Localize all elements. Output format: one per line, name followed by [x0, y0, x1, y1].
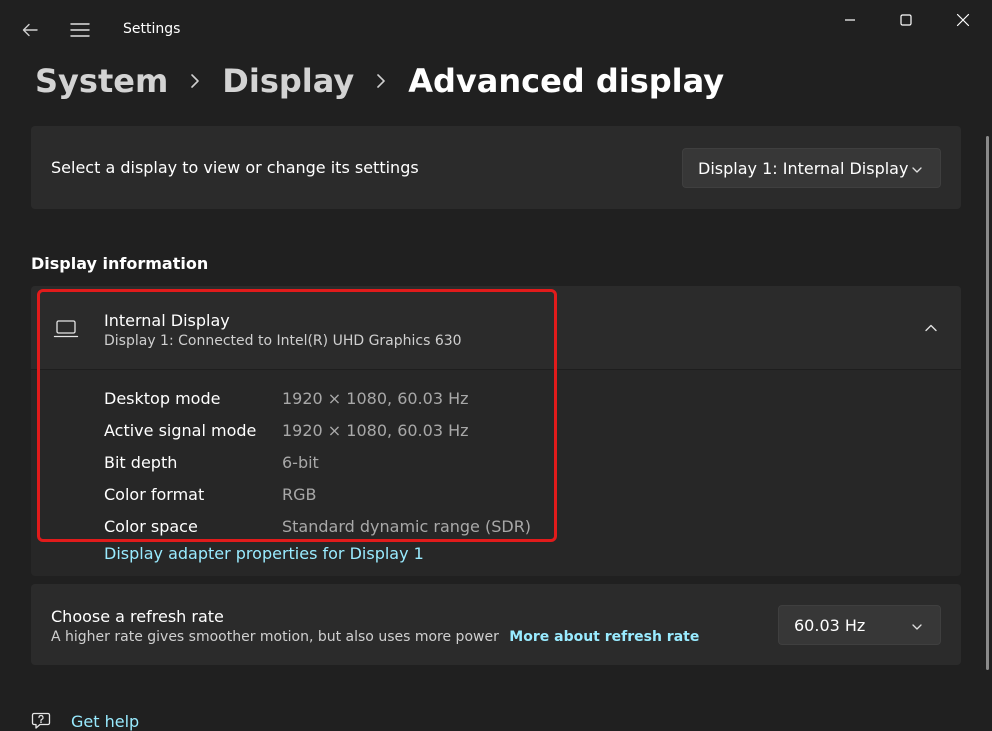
maximize-icon[interactable] [883, 6, 929, 34]
select-display-label: Select a display to view or change its s… [51, 158, 419, 177]
refresh-rate-title: Choose a refresh rate [51, 607, 224, 626]
app-title: Settings [123, 21, 181, 37]
chevron-up-icon[interactable] [923, 320, 939, 336]
page-title: Advanced display [408, 62, 725, 100]
refresh-rate-card: Choose a refresh rate A higher rate give… [31, 584, 961, 665]
more-about-refresh-rate-link[interactable]: More about refresh rate [509, 629, 699, 645]
section-title-display-information: Display information [31, 254, 209, 273]
breadcrumb: System Display Advanced display [35, 58, 724, 104]
breadcrumb-system[interactable]: System [35, 62, 168, 100]
help-chat-icon [30, 710, 52, 731]
title-bar: Settings [0, 0, 992, 60]
highlight-box [37, 289, 557, 542]
get-help-link[interactable]: Get help [71, 712, 139, 731]
refresh-rate-dropdown-value: 60.03 Hz [794, 615, 866, 635]
display-dropdown-value: Display 1: Internal Display [698, 158, 909, 178]
get-help-row[interactable]: Get help [30, 708, 139, 731]
display-adapter-properties-link[interactable]: Display adapter properties for Display 1 [104, 544, 424, 563]
minimize-icon[interactable] [827, 6, 873, 34]
refresh-rate-dropdown[interactable]: 60.03 Hz [778, 605, 941, 645]
hamburger-menu-icon[interactable] [68, 18, 92, 42]
refresh-rate-description: A higher rate gives smoother motion, but… [51, 629, 699, 645]
select-display-card: Select a display to view or change its s… [31, 126, 961, 209]
chevron-down-icon [910, 619, 924, 633]
back-arrow-icon[interactable] [18, 18, 42, 42]
close-icon[interactable] [940, 6, 986, 34]
chevron-down-icon [910, 162, 924, 176]
refresh-rate-description-text: A higher rate gives smoother motion, but… [51, 629, 499, 645]
chevron-right-icon [376, 73, 386, 89]
scrollbar[interactable] [986, 136, 989, 670]
display-dropdown[interactable]: Display 1: Internal Display [682, 148, 941, 188]
chevron-right-icon [190, 73, 200, 89]
breadcrumb-display[interactable]: Display [222, 62, 354, 100]
